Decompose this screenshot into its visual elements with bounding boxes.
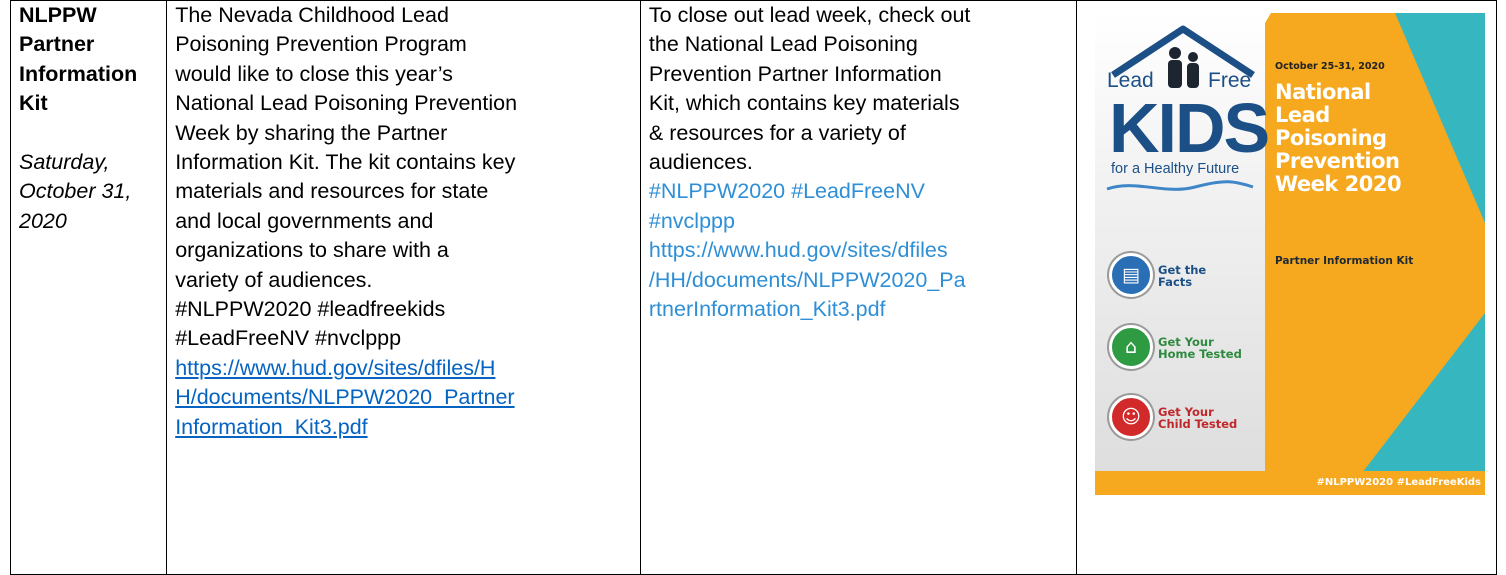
short-post-cell: To close out lead week, check out the Na… <box>639 0 1078 575</box>
action-facts: Get the Facts <box>1158 264 1206 288</box>
action-line: Home Tested <box>1158 347 1242 361</box>
poster-title-line: National <box>1275 80 1371 104</box>
post-text-line: Prevention Partner Information <box>648 61 942 86</box>
post-text-line: Poisoning Prevention Program <box>175 32 467 57</box>
post-text-line: organizations to share with a <box>175 238 449 263</box>
post-date-line: Saturday, <box>19 150 110 175</box>
post-text-line: variety of audiences. <box>175 267 373 292</box>
child-icon: ☺ <box>1109 395 1153 439</box>
action-line: Facts <box>1158 275 1193 289</box>
house-icon: ⌂ <box>1109 325 1153 369</box>
post-date-line: 2020 <box>19 208 67 233</box>
poster-title-line: Week 2020 <box>1275 172 1402 196</box>
poster-hashtags: #NLPPW2020 #LeadFreeKids <box>1095 471 1485 495</box>
poster-subtitle: Partner Information Kit <box>1275 255 1414 267</box>
hashtag-line: #LeadFreeNV #nvclppp <box>175 326 402 351</box>
campaign-date: October 25-31, 2020 <box>1275 61 1385 72</box>
kit-link[interactable]: https://www.hud.gov/sites/dfiles/H <box>175 354 634 383</box>
kit-title-line: Kit <box>19 91 48 116</box>
logo-kids: KIDS <box>1109 89 1270 167</box>
kit-title-line: NLPPW <box>19 3 97 27</box>
post-text-line: To close out lead week, check out <box>648 3 971 27</box>
post-date-line: October 31, <box>19 179 132 204</box>
partner-kit-poster: Lead Free KIDS for a Healthy Future ▤ Ge… <box>1095 13 1485 495</box>
logo-tagline: for a Healthy Future <box>1111 161 1240 177</box>
kit-link[interactable]: H/documents/NLPPW2020_Partner <box>175 383 634 412</box>
poster-title-line: Lead <box>1275 103 1330 127</box>
post-text-line: materials and resources for state <box>175 179 489 204</box>
kit-link-text: https://www.hud.gov/sites/dfiles <box>648 238 948 263</box>
kit-link-text: rtnerInformation_Kit3.pdf <box>648 297 886 322</box>
hashtag-line: #NLPPW2020 #leadfreekids <box>175 297 446 322</box>
post-text-line: would like to close this year’s <box>175 61 453 86</box>
kit-link-text: /HH/documents/NLPPW2020_Pa <box>648 267 966 292</box>
hashtag-line: #nvclppp <box>648 208 735 233</box>
action-line: Child Tested <box>1158 417 1238 431</box>
post-text-line: audiences. <box>648 150 753 175</box>
kit-title-line: Partner <box>19 32 95 57</box>
wave-icon <box>1106 180 1254 191</box>
post-text-line: Information Kit. The kit contains key <box>175 150 516 175</box>
kit-link[interactable]: Information_Kit3.pdf <box>175 413 634 442</box>
post-text-line: Week by sharing the Partner <box>175 120 448 145</box>
action-home: Get Your Home Tested <box>1158 336 1242 360</box>
long-post-cell: The Nevada Childhood Lead Poisoning Prev… <box>166 0 641 575</box>
kit-title-line: Information <box>19 61 138 86</box>
post-text-line: & resources for a variety of <box>648 120 906 145</box>
post-text-line: the National Lead Poisoning <box>648 32 918 57</box>
document-icon: ▤ <box>1109 253 1153 297</box>
action-child: Get Your Child Tested <box>1158 406 1237 430</box>
post-text-line: Kit, which contains key materials <box>648 91 960 116</box>
title-cell: NLPPW Partner Information Kit Saturday, … <box>9 0 168 575</box>
post-text-line: National Lead Poisoning Prevention <box>175 91 518 116</box>
poster-title-line: Poisoning <box>1275 126 1387 150</box>
post-text-line: The Nevada Childhood Lead <box>175 3 449 27</box>
poster-title-line: Prevention <box>1275 149 1400 173</box>
poster-title: National Lead Poisoning Prevention Week … <box>1275 80 1402 196</box>
post-text-line: and local governments and <box>175 208 434 233</box>
hashtag-line: #NLPPW2020 #LeadFreeNV <box>648 179 925 204</box>
